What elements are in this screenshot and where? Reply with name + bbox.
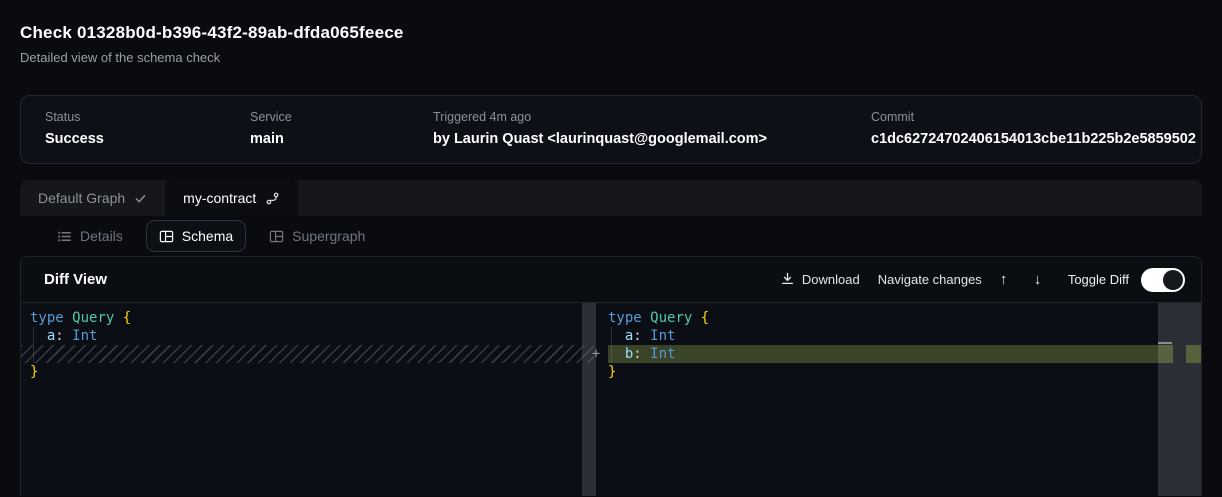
ruler-tick [1158, 342, 1172, 344]
overview-ruler-scrollbar[interactable] [1158, 303, 1201, 496]
page-subtitle: Detailed view of the schema check [20, 50, 1202, 66]
download-button[interactable]: Download [780, 271, 860, 289]
modified-code: type Query { a: Int b: Int} [600, 309, 1158, 381]
code-line: b: Int [608, 345, 1158, 363]
code-line: type Query { [608, 309, 1158, 327]
ruler-added-overlay [1158, 345, 1173, 363]
graph-tab-bar: Default Graph my-contract [20, 180, 1202, 216]
download-icon [780, 271, 795, 289]
left-scrollbar[interactable] [582, 303, 596, 496]
diff-pane-modified: type Query { a: Int b: Int} [600, 303, 1201, 496]
tab-schema-label: Schema [182, 228, 233, 244]
layout-columns-icon [269, 229, 284, 244]
tab-schema[interactable]: Schema [146, 220, 246, 252]
check-icon [134, 192, 147, 205]
status-value: Success [45, 130, 250, 148]
layout-columns-icon [159, 229, 174, 244]
status-field: Status Success [45, 110, 250, 148]
tab-default-graph[interactable]: Default Graph [20, 180, 165, 216]
commit-label: Commit [871, 110, 1196, 125]
navigate-changes-button[interactable]: Navigate changes [878, 272, 982, 287]
code-line: type Query { [30, 309, 594, 327]
arrow-down-icon: ↓ [1034, 272, 1042, 288]
tab-details[interactable]: Details [44, 220, 136, 252]
service-label: Service [250, 110, 433, 125]
navigate-changes-label: Navigate changes [878, 272, 982, 287]
tab-my-contract-label: my-contract [183, 190, 256, 206]
toggle-diff-switch[interactable] [1141, 268, 1185, 292]
commit-value: c1dc62724702406154013cbe11b225b2e5859502 [871, 130, 1196, 148]
list-icon [57, 229, 72, 244]
ruler-added-marker [1186, 345, 1201, 363]
diff-pane-original: type Query { a: Int} [21, 303, 600, 496]
diff-added-plus-marker: + [589, 345, 603, 363]
view-tab-bar: Details Schema Supergraph [20, 216, 1202, 256]
previous-change-button[interactable]: ↑ [1000, 272, 1016, 288]
contract-split-icon [265, 191, 280, 206]
tab-default-graph-label: Default Graph [38, 190, 125, 206]
next-change-button[interactable]: ↓ [1034, 272, 1050, 288]
code-line: a: Int [30, 327, 594, 345]
diff-view-header: Diff View Download Navigate changes ↑ ↓ [21, 257, 1201, 303]
triggered-value: by Laurin Quast <laurinquast@googlemail.… [433, 130, 871, 148]
page-title: Check 01328b0d-b396-43f2-89ab-dfda065fee… [20, 22, 1202, 44]
diff-controls: Download Navigate changes ↑ ↓ Toggle Dif… [780, 268, 1185, 292]
code-line: } [608, 363, 1158, 381]
diff-filler-line [21, 345, 594, 363]
tab-supergraph-label: Supergraph [292, 228, 365, 244]
arrow-up-icon: ↑ [1000, 272, 1008, 288]
download-label: Download [802, 272, 860, 287]
tab-my-contract[interactable]: my-contract [165, 180, 298, 216]
triggered-label: Triggered 4m ago [433, 110, 871, 125]
diff-view-title: Diff View [44, 271, 107, 288]
schema-check-page: Check 01328b0d-b396-43f2-89ab-dfda065fee… [0, 0, 1222, 497]
original-code: type Query { a: Int} [21, 309, 594, 381]
diff-editor: type Query { a: Int} + type Query { a: I… [21, 303, 1201, 496]
triggered-field: Triggered 4m ago by Laurin Quast <laurin… [433, 110, 871, 148]
tab-details-label: Details [80, 228, 123, 244]
code-line: } [30, 363, 594, 381]
tab-supergraph[interactable]: Supergraph [256, 220, 378, 252]
switch-knob [1163, 270, 1183, 290]
toggle-diff-label: Toggle Diff [1068, 272, 1129, 287]
commit-field: Commit c1dc62724702406154013cbe11b225b2e… [871, 110, 1196, 148]
diff-view-card: Diff View Download Navigate changes ↑ ↓ [20, 256, 1202, 496]
status-label: Status [45, 110, 250, 125]
service-value: main [250, 130, 433, 148]
page-header: Check 01328b0d-b396-43f2-89ab-dfda065fee… [0, 0, 1222, 66]
code-line: a: Int [608, 327, 1158, 345]
check-summary-card: Status Success Service main Triggered 4m… [20, 95, 1202, 164]
service-field: Service main [250, 110, 433, 148]
